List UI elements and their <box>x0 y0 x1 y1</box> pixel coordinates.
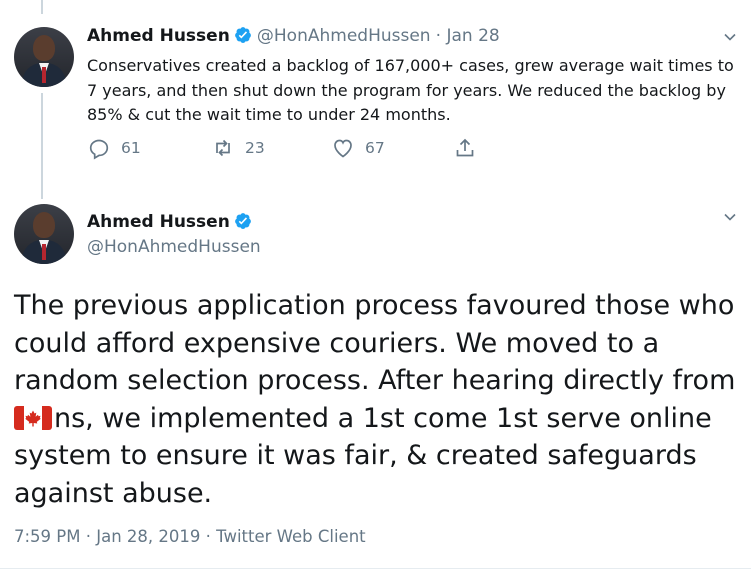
author-name-row: Ahmed Hussen <box>87 212 252 232</box>
author-name[interactable]: Ahmed Hussen <box>87 26 230 46</box>
retweet-count: 23 <box>245 139 265 157</box>
tweet-header: Ahmed Hussen @HonAhmedHussen · Jan 28 <box>87 26 500 46</box>
chevron-down-icon[interactable] <box>723 30 737 44</box>
reply-icon <box>89 139 109 160</box>
tweet-text-part1: The previous application process favoure… <box>14 290 736 396</box>
tweet-text: Conservatives created a backlog of 167,0… <box>87 56 734 124</box>
like-count: 67 <box>365 139 385 157</box>
avatar-tie <box>42 67 46 83</box>
tweet-text-part2: ns, we implemented a 1st come 1st serve … <box>14 402 712 509</box>
avatar-face <box>33 212 55 238</box>
verified-badge-icon <box>234 213 251 229</box>
reply-button[interactable]: 61 <box>87 136 141 160</box>
like-button[interactable]: 67 <box>331 136 385 160</box>
avatar-face <box>33 35 55 61</box>
heart-icon <box>334 139 352 158</box>
reply-count: 61 <box>121 139 141 157</box>
author-handle[interactable]: @HonAhmedHussen <box>257 26 431 46</box>
canada-flag-icon <box>14 405 52 430</box>
share-icon <box>456 138 474 157</box>
verified-badge-icon <box>234 27 251 43</box>
avatar[interactable] <box>14 27 74 87</box>
retweet-button[interactable]: 23 <box>211 136 265 160</box>
avatar-tie <box>42 244 46 260</box>
thread-line-connector <box>41 93 43 199</box>
tweet-date[interactable]: Jan 28 <box>446 26 499 46</box>
tweet-text: The previous application process favoure… <box>14 287 744 512</box>
separator-dot: · <box>435 26 447 46</box>
thread-line-top <box>41 0 43 14</box>
chevron-down-icon[interactable] <box>723 210 737 224</box>
share-button[interactable] <box>453 136 487 160</box>
tweet-timestamp[interactable]: 7:59 PM · Jan 28, 2019 · Twitter Web Cli… <box>14 527 366 546</box>
retweet-icon <box>216 139 230 157</box>
author-name[interactable]: Ahmed Hussen <box>87 212 230 232</box>
avatar[interactable] <box>14 204 74 264</box>
author-handle[interactable]: @HonAhmedHussen <box>87 237 261 257</box>
